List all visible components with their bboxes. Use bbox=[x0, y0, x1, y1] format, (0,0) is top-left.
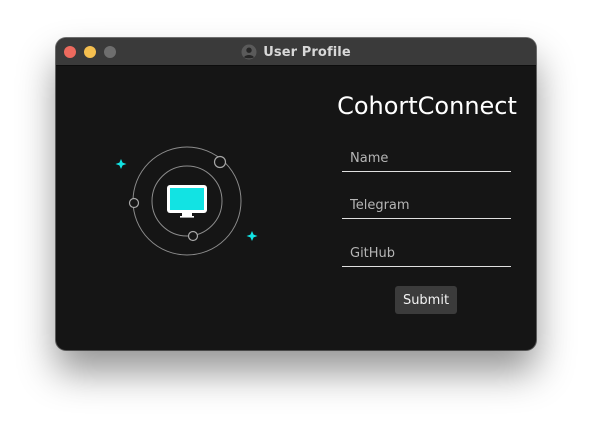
window-title-group: User Profile bbox=[56, 38, 536, 66]
app-brand-title: CohortConnect bbox=[337, 92, 517, 120]
name-field[interactable] bbox=[342, 146, 511, 172]
telegram-field[interactable] bbox=[342, 193, 511, 219]
app-window: User Profile CohortConnect Submit bbox=[56, 38, 536, 350]
monitor-icon bbox=[167, 185, 207, 218]
window-title: User Profile bbox=[263, 44, 351, 60]
github-field[interactable] bbox=[342, 241, 511, 267]
title-bar[interactable]: User Profile bbox=[56, 38, 536, 66]
user-avatar-icon bbox=[241, 44, 257, 60]
sparkle-icon bbox=[246, 231, 258, 241]
connection-illustration bbox=[115, 146, 258, 256]
github-input[interactable] bbox=[342, 241, 511, 265]
telegram-input[interactable] bbox=[342, 193, 511, 217]
submit-button[interactable]: Submit bbox=[395, 286, 457, 314]
name-input[interactable] bbox=[342, 146, 511, 170]
sparkle-icon bbox=[115, 159, 127, 169]
